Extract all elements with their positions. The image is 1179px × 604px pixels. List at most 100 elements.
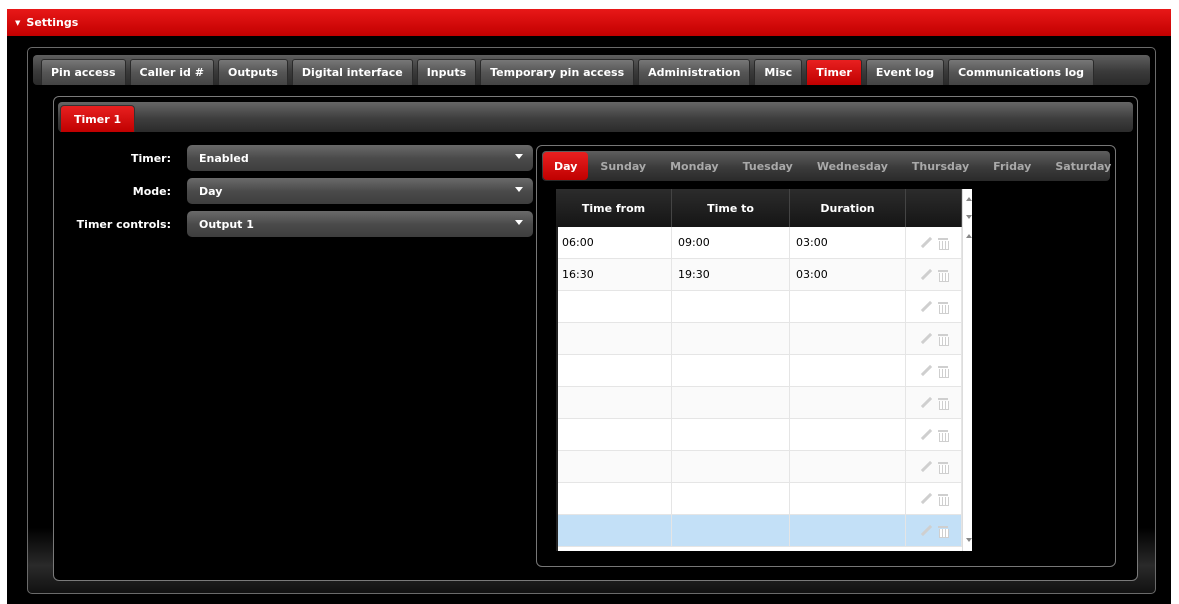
cell-from: 06:00 <box>556 227 672 258</box>
day-tab-day[interactable]: Day <box>543 152 589 180</box>
table-row[interactable] <box>556 355 962 387</box>
tab-communications-log[interactable]: Communications log <box>948 59 1095 85</box>
tab-administration[interactable]: Administration <box>638 59 751 85</box>
column-header: Time from <box>556 189 672 227</box>
day-tab-sunday[interactable]: Sunday <box>588 152 658 180</box>
day-tab-saturday[interactable]: Saturday <box>1043 152 1123 180</box>
tab-temporary-pin-access[interactable]: Temporary pin access <box>480 59 635 85</box>
timer-controls-select[interactable]: Output 1 <box>187 211 533 237</box>
scroll-down-icon[interactable] <box>966 538 972 542</box>
row-actions <box>906 387 962 418</box>
cell-from <box>556 291 672 322</box>
cell-duration <box>790 291 906 322</box>
scroll-down-icon[interactable] <box>966 215 972 219</box>
column-header <box>906 189 962 227</box>
edit-icon[interactable] <box>920 365 932 377</box>
edit-icon[interactable] <box>920 461 932 473</box>
edit-icon[interactable] <box>920 301 932 313</box>
cell-from <box>556 323 672 354</box>
edit-icon[interactable] <box>920 429 932 441</box>
edit-icon[interactable] <box>920 525 932 537</box>
table-row[interactable] <box>556 291 962 323</box>
table-row[interactable]: 16:30 19:30 03:00 <box>556 259 962 291</box>
tab-inputs[interactable]: Inputs <box>416 59 477 85</box>
mode-select[interactable]: Day <box>187 178 533 204</box>
cell-from <box>556 451 672 482</box>
mode-label: Mode: <box>132 184 171 198</box>
cell-to <box>672 355 790 386</box>
edit-icon[interactable] <box>920 237 932 249</box>
row-actions <box>906 515 962 546</box>
tab-pin-access[interactable]: Pin access <box>41 59 126 85</box>
row-actions <box>906 419 962 450</box>
table-row[interactable] <box>556 515 962 547</box>
header-scrollbar[interactable] <box>962 189 972 227</box>
cell-from <box>556 515 672 546</box>
edit-icon[interactable] <box>920 493 932 505</box>
schedule-grid: Time from Time to Duration 06:00 09:00 03:00… <box>556 189 962 551</box>
cell-duration <box>790 515 906 546</box>
table-row[interactable] <box>556 419 962 451</box>
scroll-up-icon[interactable] <box>966 197 972 201</box>
table-row[interactable] <box>556 323 962 355</box>
delete-icon[interactable] <box>937 525 949 538</box>
delete-icon[interactable] <box>937 333 949 346</box>
day-tab-tuesday[interactable]: Tuesday <box>731 152 805 180</box>
cell-to <box>672 483 790 514</box>
delete-icon[interactable] <box>937 397 949 410</box>
edit-icon[interactable] <box>920 333 932 345</box>
tab-timer-1[interactable]: Timer 1 <box>60 105 136 132</box>
edit-icon[interactable] <box>920 397 932 409</box>
delete-icon[interactable] <box>937 493 949 506</box>
table-row[interactable] <box>556 483 962 515</box>
window-title: Settings <box>26 16 79 29</box>
grid-scrollbar[interactable] <box>962 227 972 551</box>
day-tab-friday[interactable]: Friday <box>981 152 1043 180</box>
scroll-up-icon[interactable] <box>966 234 972 238</box>
tab-digital-interface[interactable]: Digital interface <box>291 59 413 85</box>
table-row[interactable]: 06:00 09:00 03:00 <box>556 227 962 259</box>
cell-to <box>672 451 790 482</box>
timer-select-value: Enabled <box>199 151 249 165</box>
grid-body: 06:00 09:00 03:00 16:30 19:30 03:00 <box>556 227 962 551</box>
cell-duration: 03:00 <box>790 227 906 258</box>
row-actions <box>906 323 962 354</box>
timer-row: Timer: Enabled <box>54 145 533 171</box>
chevron-down-icon <box>515 187 523 192</box>
settings-title-bar[interactable]: ▼ Settings <box>7 9 1171 36</box>
tab-timer[interactable]: Timer <box>806 59 862 85</box>
timer-content-panel: Timer 1 Timer: Enabled Mode: Day Timer c… <box>53 96 1138 581</box>
table-row[interactable] <box>556 451 962 483</box>
row-actions <box>906 291 962 322</box>
timer-select[interactable]: Enabled <box>187 145 533 171</box>
delete-icon[interactable] <box>937 301 949 314</box>
cell-from <box>556 355 672 386</box>
timer-sub-tab-bar: Timer 1 <box>58 102 1133 132</box>
timer-schedule-panel: Day Sunday Monday Tuesday Wednesday Thursday F… <box>536 145 1116 567</box>
table-row[interactable] <box>556 387 962 419</box>
cell-from <box>556 483 672 514</box>
day-tab-thursday[interactable]: Thursday <box>900 152 981 180</box>
cell-to: 19:30 <box>672 259 790 290</box>
delete-icon[interactable] <box>937 461 949 474</box>
day-tab-monday[interactable]: Monday <box>658 152 730 180</box>
cell-duration <box>790 323 906 354</box>
cell-to <box>672 291 790 322</box>
day-tab-bar: Day Sunday Monday Tuesday Wednesday Thursday F… <box>542 151 1111 181</box>
day-tab-wednesday[interactable]: Wednesday <box>805 152 900 180</box>
column-header: Duration <box>790 189 906 227</box>
edit-icon[interactable] <box>920 269 932 281</box>
delete-icon[interactable] <box>937 269 949 282</box>
collapse-arrow-icon[interactable]: ▼ <box>15 19 20 27</box>
tab-event-log[interactable]: Event log <box>865 59 945 85</box>
cell-to <box>672 419 790 450</box>
tab-caller-id[interactable]: Caller id # <box>129 59 214 85</box>
delete-icon[interactable] <box>937 365 949 378</box>
timer-controls-label: Timer controls: <box>76 217 171 231</box>
delete-icon[interactable] <box>937 429 949 442</box>
delete-icon[interactable] <box>937 237 949 250</box>
tab-outputs[interactable]: Outputs <box>217 59 288 85</box>
cell-duration: 03:00 <box>790 259 906 290</box>
tab-misc[interactable]: Misc <box>754 59 803 85</box>
mode-row: Mode: Day <box>54 178 533 204</box>
